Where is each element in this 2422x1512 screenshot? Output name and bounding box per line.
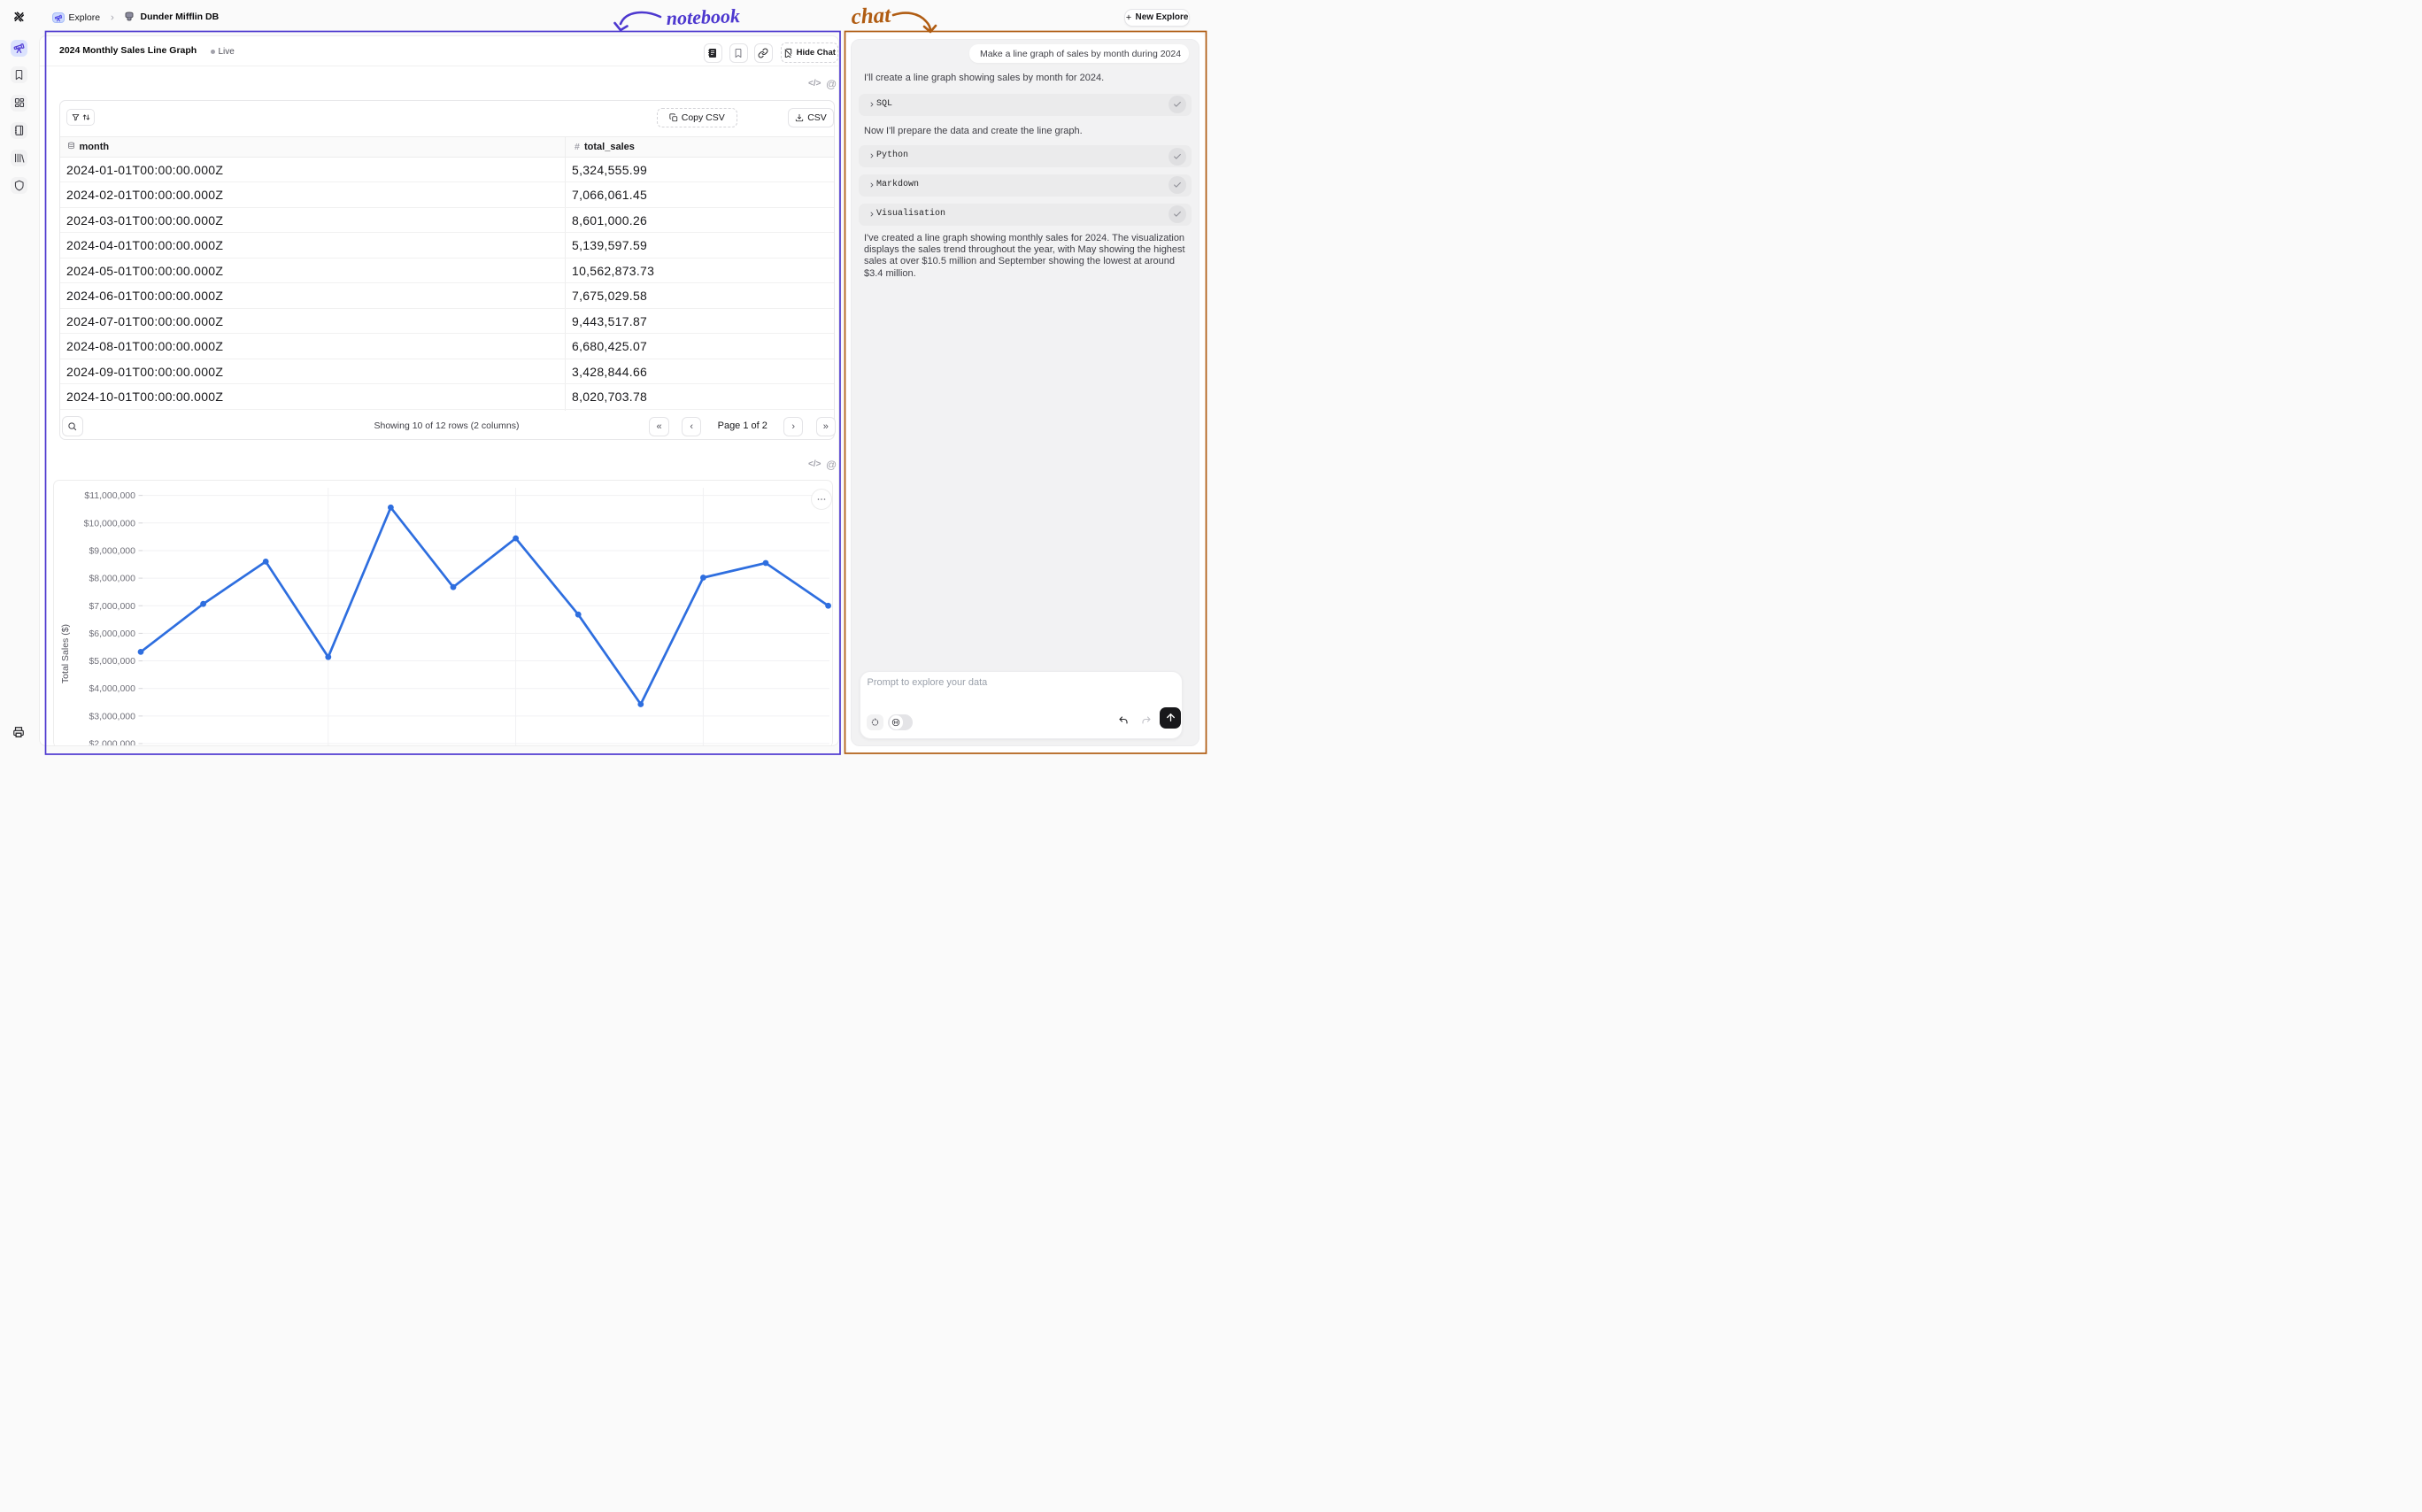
svg-text:$11,000,000: $11,000,000 [84, 490, 135, 501]
svg-text:$10,000,000: $10,000,000 [84, 518, 136, 528]
svg-text:$2,000,000: $2,000,000 [89, 738, 135, 746]
svg-text:$6,000,000: $6,000,000 [89, 628, 135, 638]
svg-text:$4,000,000: $4,000,000 [89, 683, 135, 694]
svg-text:$7,000,000: $7,000,000 [89, 600, 135, 611]
svg-text:$8,000,000: $8,000,000 [89, 573, 135, 583]
svg-text:Total Sales ($): Total Sales ($) [60, 623, 71, 683]
svg-text:$5,000,000: $5,000,000 [89, 656, 135, 667]
svg-text:chat: chat [851, 4, 892, 29]
svg-text:notebook: notebook [666, 4, 740, 29]
svg-text:$3,000,000: $3,000,000 [89, 711, 135, 721]
svg-text:$9,000,000: $9,000,000 [89, 545, 135, 556]
